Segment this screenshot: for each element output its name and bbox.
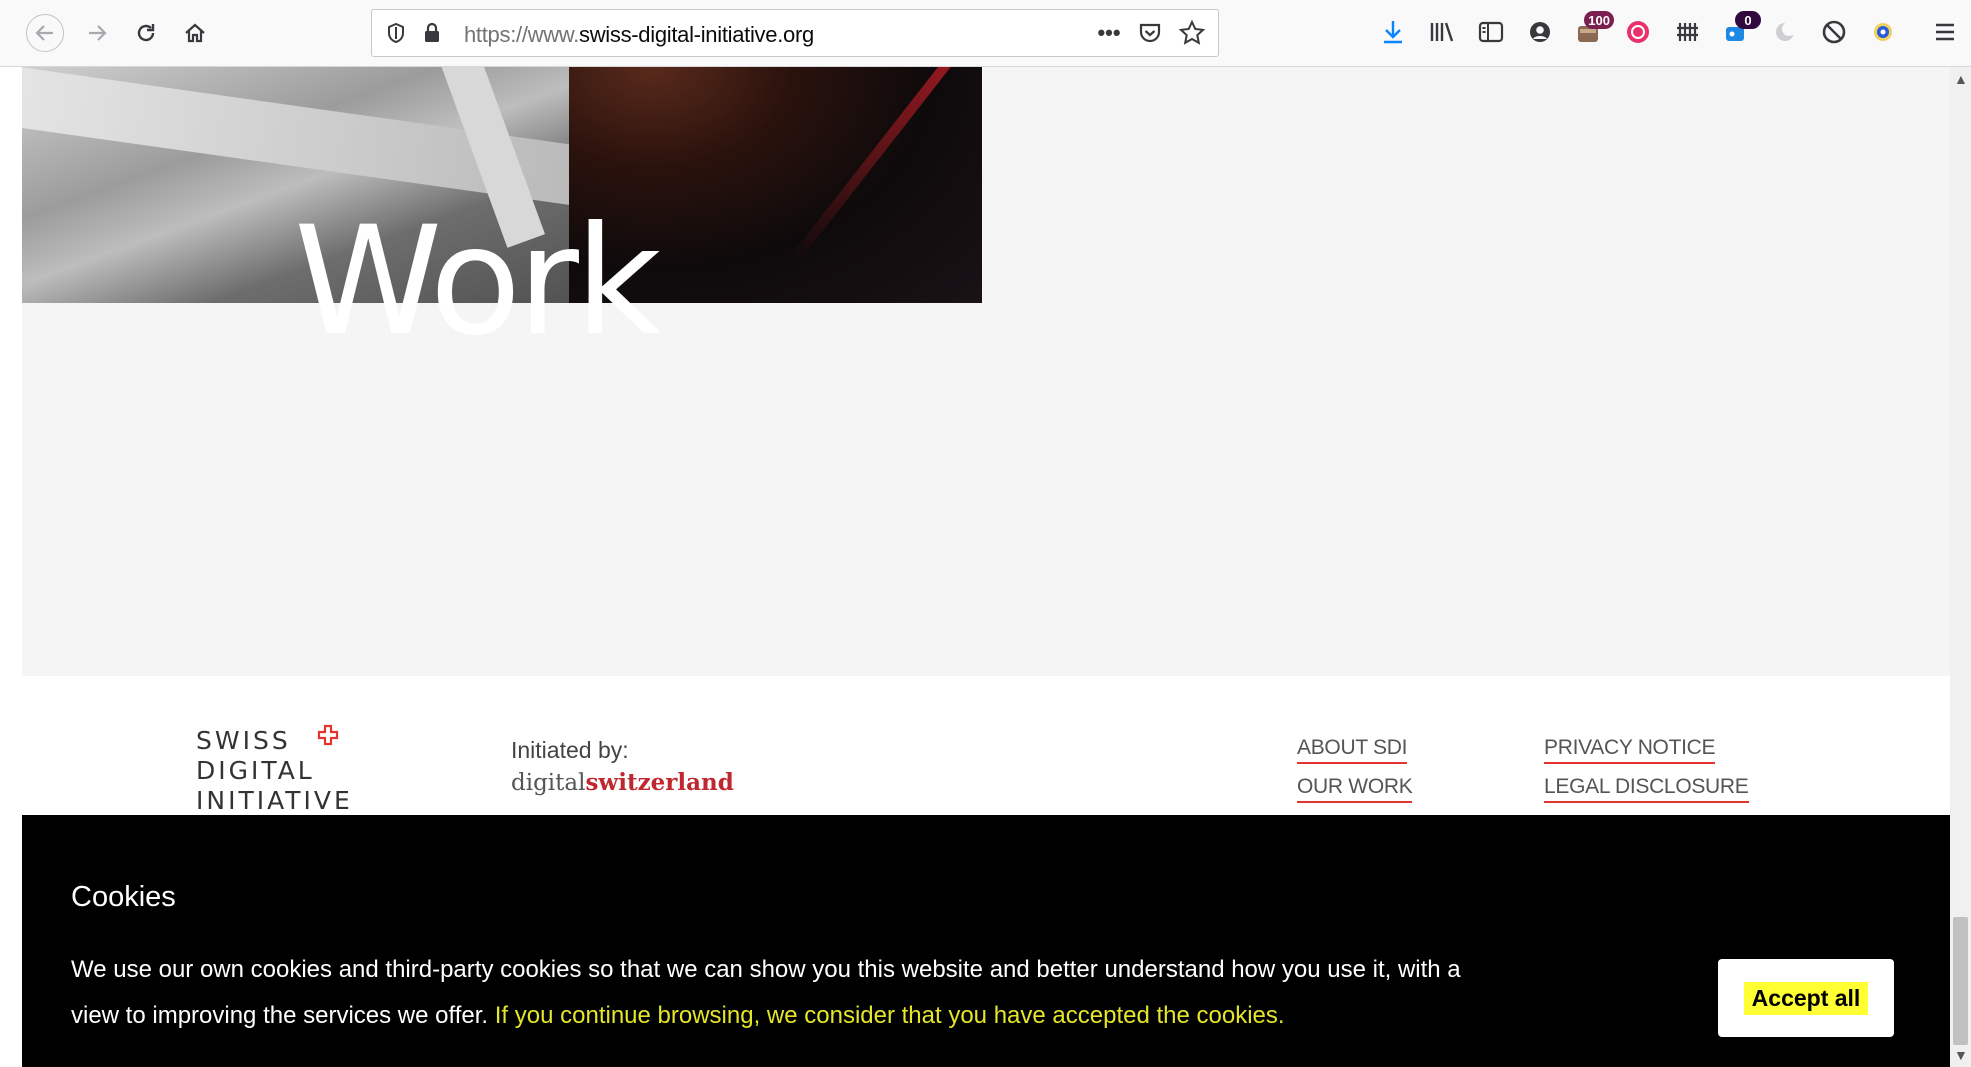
cookie-title: Cookies [71, 881, 176, 913]
url-text[interactable]: https://www.swiss-digital-initiative.org [464, 22, 814, 48]
extension-grid-button[interactable] [1670, 15, 1704, 49]
accept-all-label: Accept all [1743, 981, 1869, 1015]
no-entry-icon [1822, 20, 1846, 44]
extension-token-button[interactable] [1866, 15, 1900, 49]
shield-icon[interactable] [382, 19, 410, 47]
arrow-left-icon [35, 25, 53, 41]
arrow-right-icon [89, 25, 107, 41]
container-badge: 100 [1584, 11, 1614, 29]
notes-badge: 0 [1735, 11, 1761, 29]
accept-all-button[interactable]: Accept all [1718, 959, 1894, 1037]
hero-heading: Work [294, 195, 662, 369]
scroll-thumb[interactable] [1953, 917, 1968, 1045]
app-menu-button[interactable] [1928, 15, 1962, 49]
cookie-text-highlight: If you continue browsing, we consider th… [494, 1002, 1285, 1029]
initiated-by-label: Initiated by: [511, 737, 629, 763]
pocket-icon [1139, 23, 1161, 43]
pocket-button[interactable] [1136, 19, 1164, 47]
sidebar-icon [1478, 21, 1504, 43]
extension-pink-button[interactable] [1621, 15, 1655, 49]
sidebar-button[interactable] [1474, 15, 1508, 49]
footer-link-about[interactable]: ABOUT SDI [1297, 736, 1407, 764]
back-button[interactable] [26, 14, 64, 52]
footer-link-privacy[interactable]: PRIVACY NOTICE [1544, 736, 1716, 764]
scroll-down-icon[interactable]: ▼ [1954, 1047, 1968, 1063]
extension-no-entry-button[interactable] [1817, 15, 1851, 49]
extension-container-button[interactable]: 100 [1572, 11, 1614, 49]
downloads-button[interactable] [1376, 15, 1410, 49]
page-actions-button[interactable]: ••• [1095, 19, 1123, 47]
star-icon [1179, 20, 1205, 45]
library-button[interactable] [1425, 15, 1459, 49]
scroll-up-icon[interactable]: ▲ [1954, 71, 1968, 87]
cookie-banner: Cookies We use our own cookies and third… [22, 815, 1950, 1067]
footer-link-our-work[interactable]: OUR WORK [1297, 775, 1413, 803]
bookmark-star-button[interactable] [1178, 19, 1206, 47]
extension-moon-button[interactable] [1768, 15, 1802, 49]
extension-blue-button[interactable]: 0 [1719, 11, 1761, 49]
lock-icon[interactable] [418, 19, 446, 47]
address-bar[interactable]: https://www.swiss-digital-initiative.org… [371, 9, 1219, 57]
pink-circle-icon [1627, 21, 1649, 43]
logo-line-digital: DIGITAL [196, 756, 315, 785]
account-icon [1530, 22, 1550, 42]
cookie-text: We use our own cookies and third-party c… [71, 956, 1461, 1029]
more-dots-icon: ••• [1097, 20, 1121, 45]
swiss-cross-icon [317, 724, 339, 746]
download-icon [1384, 21, 1402, 44]
page-scrollbar[interactable]: ▲ ▼ [1950, 67, 1971, 1067]
hamburger-icon [1936, 23, 1954, 41]
reload-button[interactable] [127, 14, 165, 52]
home-icon [185, 23, 205, 43]
home-button[interactable] [176, 14, 214, 52]
footer-link-legal[interactable]: LEGAL DISCLOSURE [1544, 775, 1749, 803]
token-icon [1874, 23, 1892, 41]
library-icon [1430, 22, 1454, 42]
logo-line-initiative: INITIATIVE [196, 786, 353, 815]
browser-toolbar: https://www.swiss-digital-initiative.org… [0, 0, 1971, 67]
grid-icon [1677, 23, 1698, 41]
reload-icon [137, 24, 155, 42]
moon-icon [1776, 22, 1796, 41]
forward-button[interactable] [78, 14, 116, 52]
account-button[interactable] [1523, 15, 1557, 49]
digitalswitzerland-logo[interactable]: digitalswitzerland [511, 769, 734, 796]
